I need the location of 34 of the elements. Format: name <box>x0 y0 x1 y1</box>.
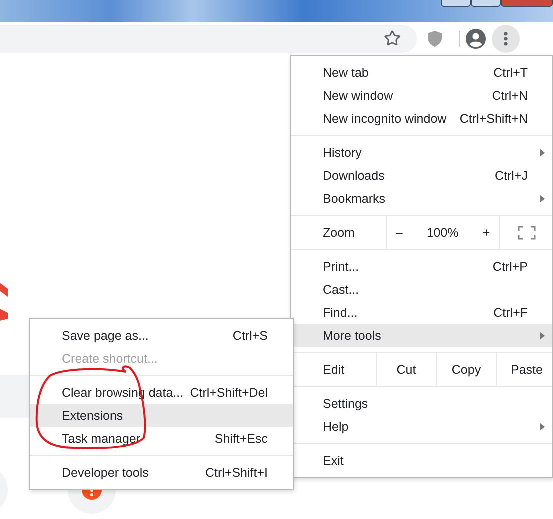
menu-icon <box>504 32 508 46</box>
menu-item[interactable]: History <box>291 141 552 164</box>
menu-item[interactable]: More tools <box>291 324 552 347</box>
edit-action-button[interactable]: Copy <box>436 353 496 386</box>
edit-action-button[interactable]: Cut <box>376 353 436 386</box>
minimize-button[interactable] <box>441 0 471 7</box>
menu-item[interactable]: Exit <box>291 449 552 472</box>
menu-button[interactable] <box>492 24 520 52</box>
menu-item[interactable]: Settings <box>291 392 552 415</box>
menu-item[interactable]: New window Ctrl+N <box>291 84 552 107</box>
edit-action-button[interactable]: Paste <box>496 353 553 386</box>
profile-icon[interactable] <box>466 28 486 48</box>
menu-item[interactable]: New tab Ctrl+T <box>291 61 552 84</box>
menu-item[interactable]: Find... Ctrl+F <box>291 301 552 324</box>
edit-label: Edit <box>322 362 346 378</box>
zoom-label: Zoom <box>322 224 356 242</box>
menu-item[interactable]: New incognito window Ctrl+Shift+N <box>291 107 552 130</box>
menu-item[interactable]: Downloads Ctrl+J <box>291 164 552 187</box>
menu-item[interactable]: Task manager Shift+Esc <box>30 427 293 450</box>
zoom-in-button[interactable]: + <box>476 226 496 240</box>
menu-item[interactable]: Extensions <box>30 404 293 427</box>
menu-item[interactable]: Help <box>291 415 552 438</box>
zoom-level: 100% <box>426 226 460 240</box>
logo-icon <box>0 283 8 321</box>
menu-item[interactable]: Developer tools Ctrl+Shift+I <box>30 461 293 484</box>
menu-item[interactable]: Cast... <box>291 278 552 301</box>
maximize-button[interactable] <box>471 0 501 7</box>
fullscreen-icon[interactable] <box>518 226 536 240</box>
shield-icon[interactable] <box>428 30 442 46</box>
zoom-out-button[interactable]: – <box>390 226 409 240</box>
menu-item[interactable]: Print... Ctrl+P <box>291 255 552 278</box>
star-icon[interactable] <box>384 30 401 47</box>
menu-item[interactable]: Save page as... Ctrl+S <box>30 324 293 347</box>
menu-item[interactable]: Bookmarks <box>291 187 552 210</box>
